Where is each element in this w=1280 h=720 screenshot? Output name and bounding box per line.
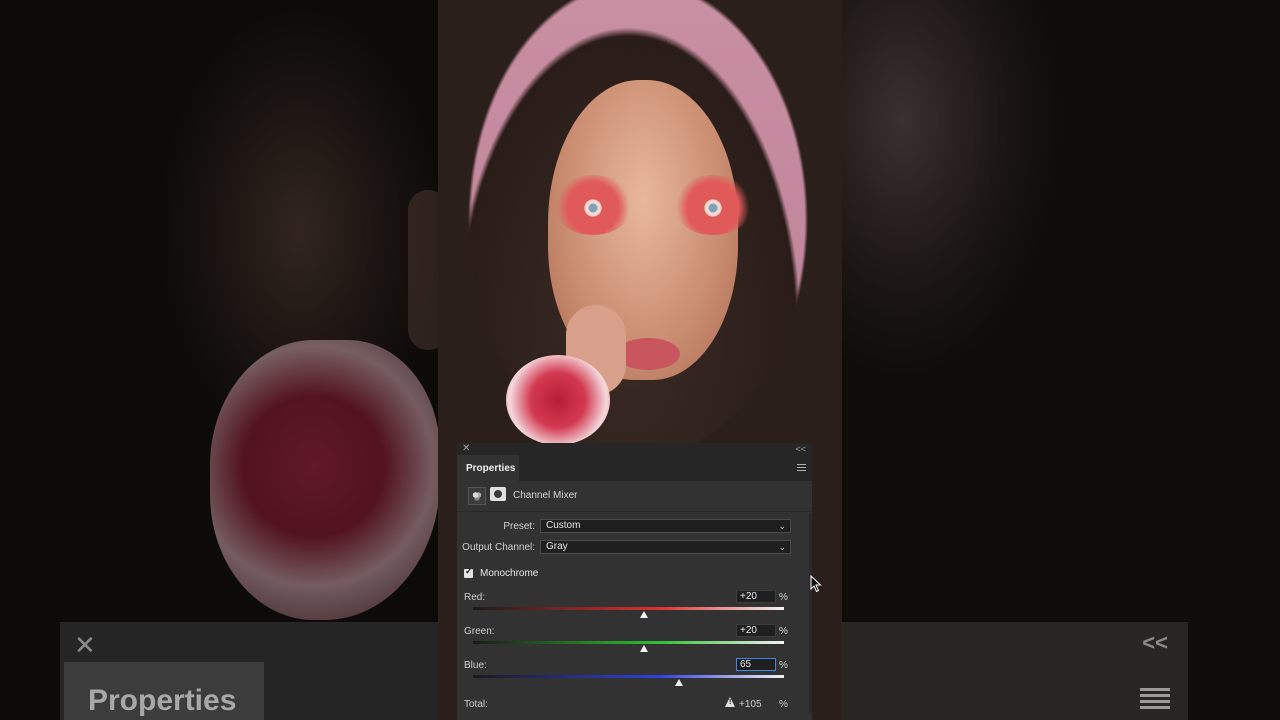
close-icon: ✕: [74, 630, 96, 660]
green-label: Green:: [464, 626, 495, 637]
warning-icon: [725, 697, 735, 707]
preset-value: Custom: [546, 520, 581, 531]
chevron-down-icon: ⌄: [778, 521, 786, 531]
channel-mixer-icon[interactable]: [468, 487, 486, 505]
tab-properties[interactable]: Properties: [457, 455, 519, 481]
blue-percent-unit: %: [779, 660, 788, 671]
layer-mask-icon[interactable]: [490, 487, 506, 501]
preset-select[interactable]: Custom ⌄: [540, 519, 791, 533]
adjustment-header: Channel Mixer: [457, 481, 812, 512]
panel-tabbar: Properties: [457, 455, 812, 481]
monochrome-checkbox[interactable]: [464, 566, 473, 578]
green-value-input[interactable]: +20: [736, 624, 776, 637]
red-slider-track[interactable]: [473, 607, 784, 610]
red-value-input[interactable]: +20: [736, 590, 776, 603]
blue-slider-track[interactable]: [473, 675, 784, 678]
green-slider-thumb[interactable]: [640, 645, 649, 652]
carnation-flower: [506, 355, 610, 445]
adjustment-name: Channel Mixer: [513, 490, 578, 501]
red-label: Red:: [464, 592, 486, 603]
output-channel-select[interactable]: Gray ⌄: [540, 540, 791, 554]
blue-value-input[interactable]: 65: [736, 658, 776, 671]
output-channel-value: Gray: [546, 541, 568, 552]
double-chevron-left-icon[interactable]: <<: [795, 443, 806, 455]
properties-panel[interactable]: ✕ << Properties Channel Mixer Preset: Cu…: [457, 443, 812, 720]
total-percent-unit: %: [779, 699, 788, 710]
blue-slider-thumb[interactable]: [675, 679, 684, 686]
panel-header-strip: ✕ <<: [457, 443, 812, 455]
video-watermark: Part 4/...: [608, 38, 684, 60]
preset-label: Preset:: [503, 521, 535, 532]
background-left-blur: [0, 0, 438, 720]
panel-menu-icon[interactable]: [797, 464, 806, 471]
total-label: Total:: [464, 699, 488, 710]
background-right-blur: [842, 0, 1280, 720]
total-value: +105: [739, 699, 762, 710]
green-percent-unit: %: [779, 626, 788, 637]
panel-menu-icon: [1140, 688, 1170, 710]
panel-scrollbar[interactable]: [809, 513, 812, 713]
green-slider-track[interactable]: [473, 641, 784, 644]
monochrome-label[interactable]: Monochrome: [480, 568, 538, 579]
background-dim: [842, 0, 1280, 720]
output-channel-label: Output Channel:: [462, 542, 535, 553]
double-chevron-left-icon: <<: [1142, 630, 1168, 655]
background-dim: [0, 0, 438, 720]
background-panel-title: Properties: [88, 684, 237, 717]
left-eye: [553, 175, 633, 235]
red-slider-thumb[interactable]: [640, 611, 649, 618]
chevron-down-icon: ⌄: [778, 542, 786, 552]
right-eye: [673, 175, 753, 235]
blue-label: Blue:: [464, 660, 487, 671]
red-percent-unit: %: [779, 592, 788, 603]
close-icon[interactable]: ✕: [462, 443, 470, 455]
